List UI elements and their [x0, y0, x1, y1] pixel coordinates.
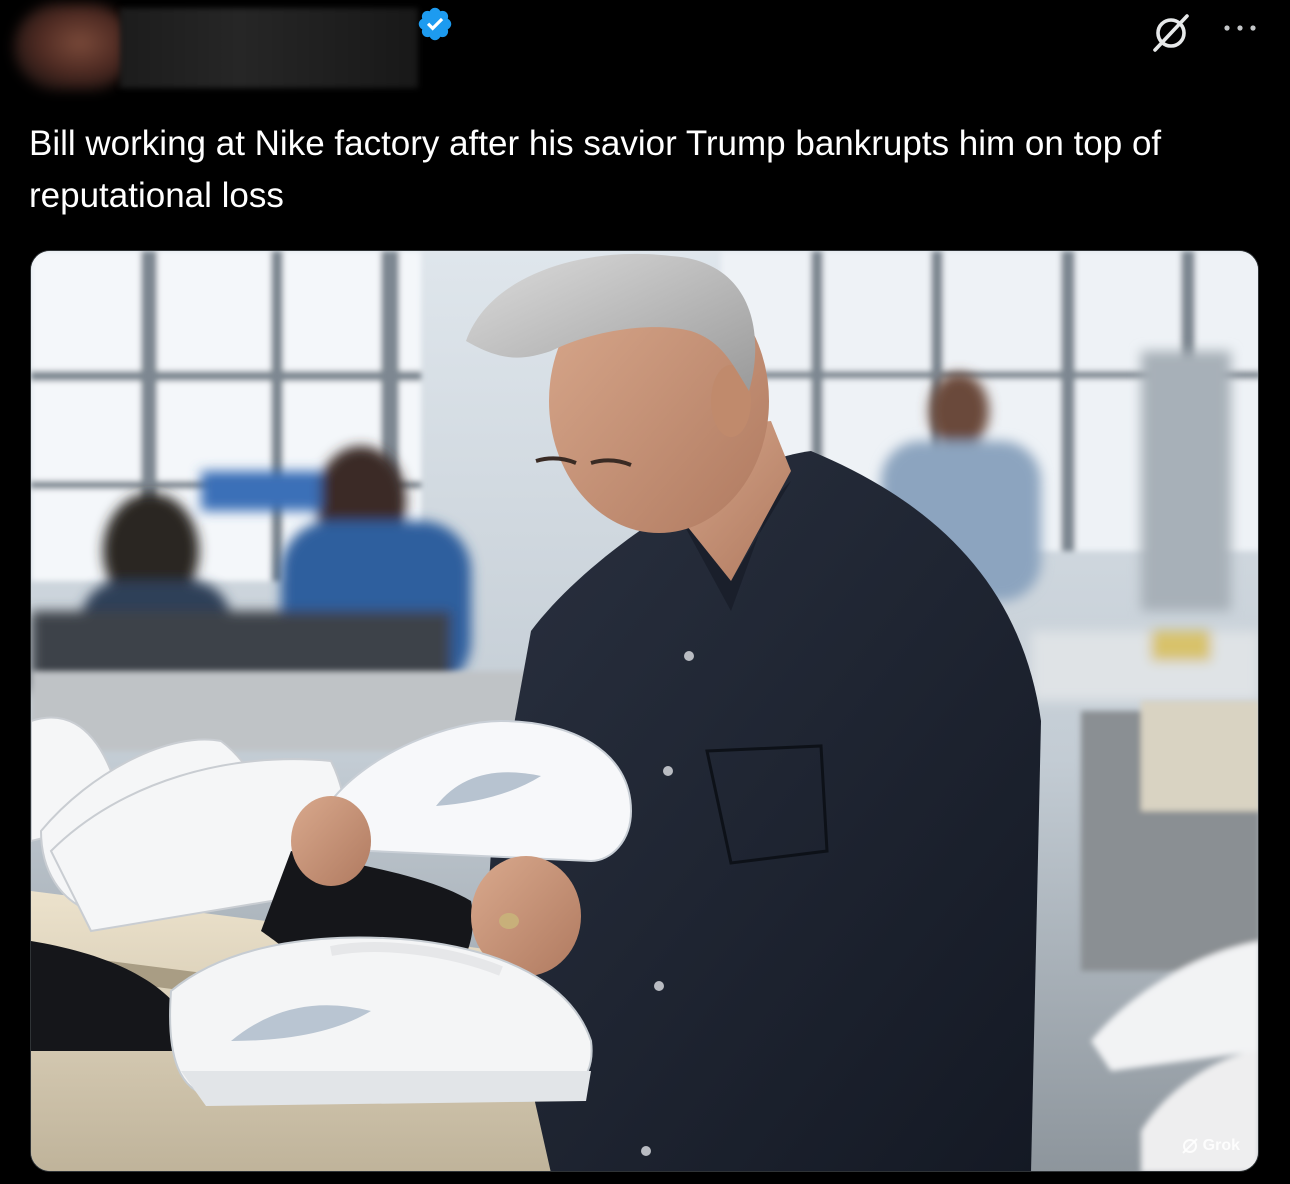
post-text: Bill working at Nike factory after his s… [29, 124, 1181, 215]
post: Bill working at Nike factory after his s… [0, 0, 1290, 1184]
more-icon[interactable] [1222, 20, 1258, 36]
author-name-redacted[interactable] [120, 8, 418, 88]
grok-watermark-icon [1181, 1138, 1198, 1154]
grok-watermark-text: Grok [1202, 1137, 1240, 1154]
avatar[interactable] [14, 4, 134, 90]
post-header [0, 0, 1290, 100]
grok-watermark: Grok [1181, 1137, 1240, 1155]
grok-icon[interactable] [1150, 12, 1192, 54]
factory-photo [31, 251, 1258, 1171]
post-image[interactable]: Grok [30, 250, 1259, 1172]
verified-badge-icon [418, 7, 452, 41]
